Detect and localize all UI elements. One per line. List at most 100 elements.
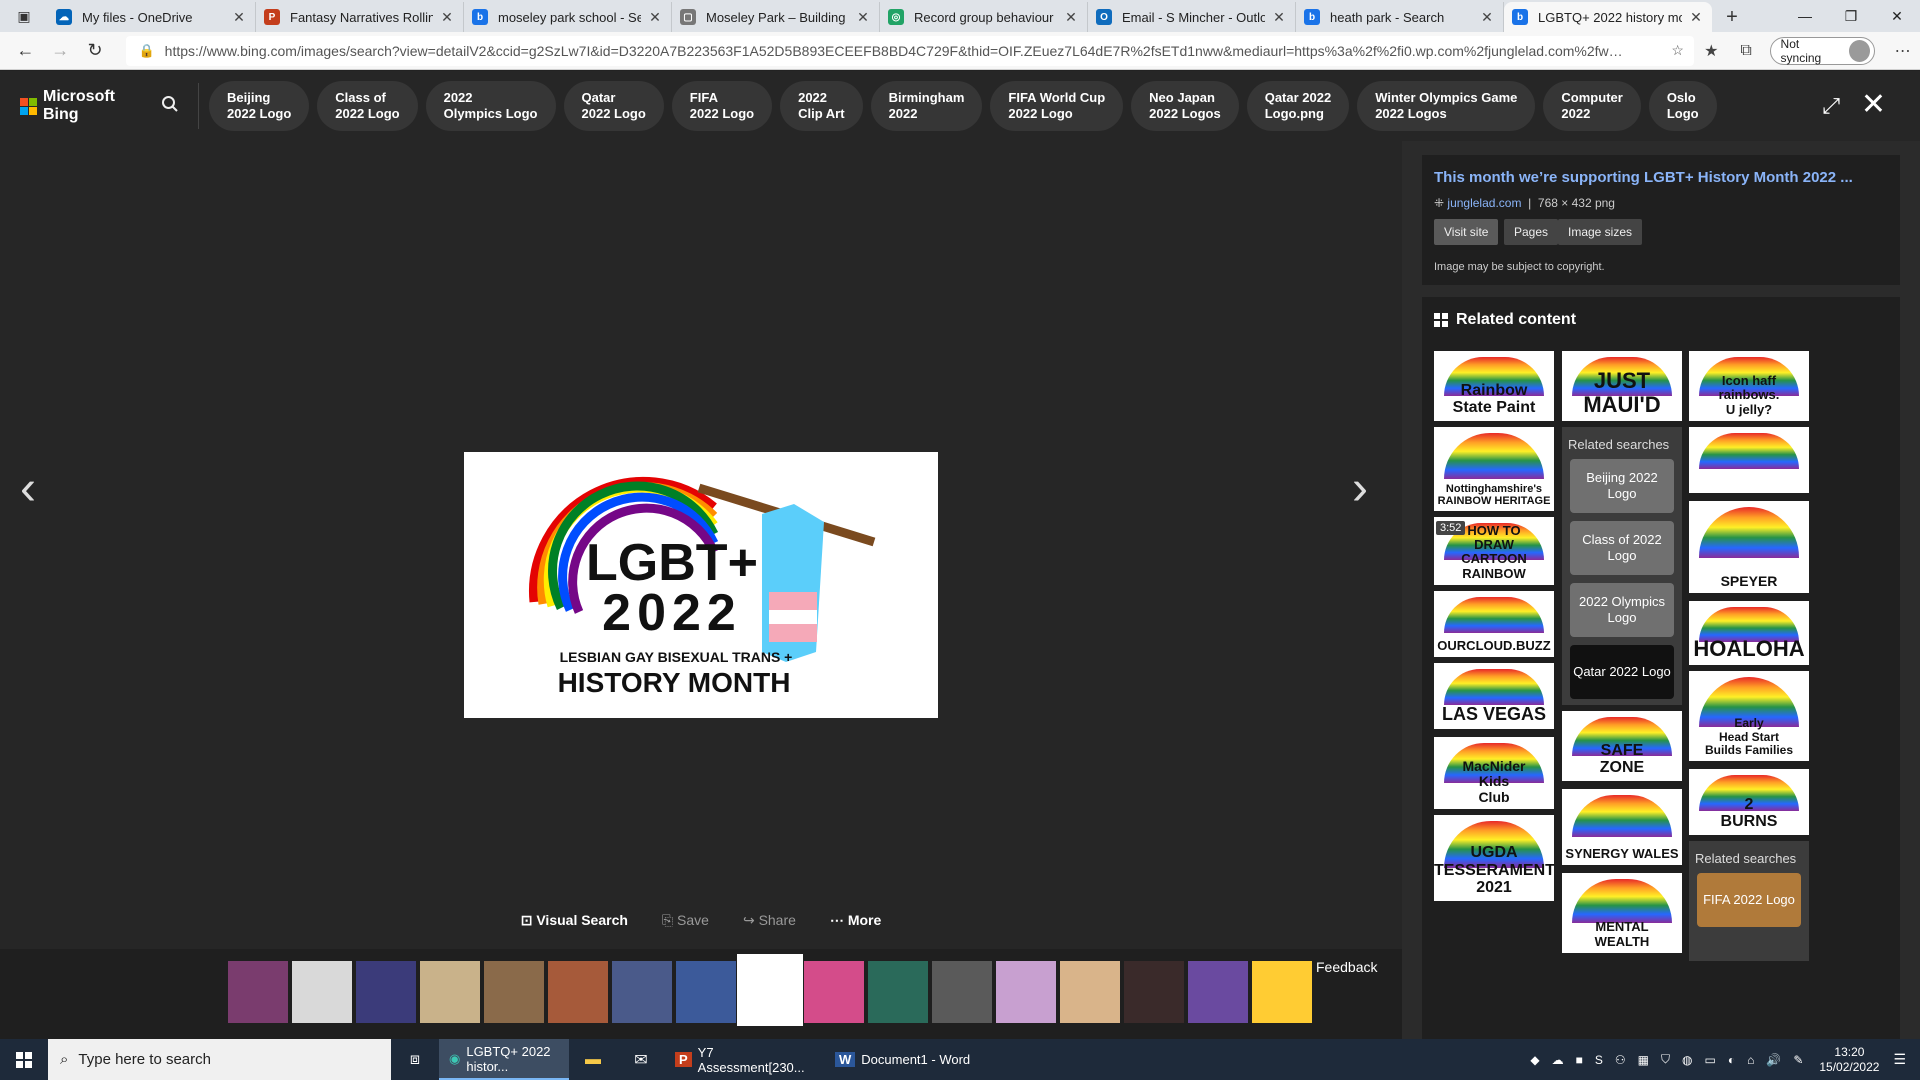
related-content-card[interactable]: UGDA TESSERAMENTO 2021 [1434,815,1554,901]
related-search-item[interactable]: FIFA 2022 Logo [1697,873,1801,927]
related-content-card[interactable]: LAS VEGAS [1434,663,1554,729]
feedback-link[interactable]: Feedback [1316,959,1377,975]
network-icon[interactable]: ⌂ [1747,1053,1754,1067]
tab-close-icon[interactable]: ✕ [1479,9,1495,26]
tab-close-icon[interactable]: ✕ [855,9,871,26]
more-button[interactable]: ⋯ More [830,912,881,929]
image-source-title[interactable]: This month we’re supporting LGBT+ Histor… [1434,169,1853,186]
related-content-card[interactable]: Early Head Start Builds Families [1689,671,1809,761]
collections-icon[interactable]: ⧉ [1729,42,1764,60]
image-sizes-button[interactable]: Image sizes [1558,219,1643,245]
related-content-card[interactable]: JUST MAUI'D [1562,351,1682,421]
related-search-item[interactable]: Beijing 2022 Logo [1570,459,1674,513]
related-content-card[interactable]: Icon haff rainbows. U jelly? [1689,351,1809,421]
source-site-link[interactable]: junglelad.com [1447,196,1521,210]
chrome-icon[interactable]: ◍ [1682,1053,1692,1067]
minimize-icon[interactable]: — [1782,0,1828,32]
new-tab-button[interactable]: + [1712,2,1752,32]
related-chip[interactable]: Class of 2022 Logo [317,81,418,131]
search-icon[interactable] [150,95,190,118]
next-arrow-icon[interactable]: › [1352,461,1368,516]
refresh-icon[interactable]: ↻ [78,35,113,67]
task-view-icon[interactable]: ⧈ [391,1039,439,1080]
browser-tab[interactable]: O Email - S Mincher - Outloo… ✕ [1088,2,1296,32]
related-content-card[interactable]: Rainbow State Paint [1434,351,1554,421]
lock-icon[interactable]: 🔒 [138,43,154,59]
pen-icon[interactable]: ✎ [1793,1053,1803,1067]
filmstrip-thumbnail[interactable] [804,961,864,1023]
related-chip[interactable]: Qatar 2022 Logo [563,81,664,131]
tab-close-icon[interactable]: ✕ [439,9,455,26]
related-search-item[interactable]: 2022 Olympics Logo [1570,583,1674,637]
teams-icon[interactable]: ◆ [1530,1053,1539,1067]
people-icon[interactable]: ⚇ [1615,1053,1626,1067]
shield-icon[interactable]: ⛉ [1661,1052,1670,1067]
skype-icon[interactable]: S [1595,1053,1603,1067]
filmstrip-thumbnail[interactable] [932,961,992,1023]
filmstrip-thumbnail[interactable] [996,961,1056,1023]
related-chip[interactable]: 2022 Clip Art [780,81,863,131]
related-content-card[interactable]: OURCLOUD.BUZZ [1434,591,1554,657]
related-content-card[interactable]: Nottinghamshire's RAINBOW HERITAGE [1434,427,1554,511]
browser-tab[interactable]: b heath park - Search ✕ [1296,2,1504,32]
favorites-icon[interactable]: ★ [1694,41,1729,61]
related-content-card[interactable] [1689,427,1809,493]
cloud-icon[interactable]: ☁ [1552,1053,1564,1067]
related-chip[interactable]: Beijing 2022 Logo [209,81,310,131]
tab-close-icon[interactable]: ✕ [231,9,247,26]
visit-site-button[interactable]: Visit site [1434,219,1499,245]
pages-button[interactable]: Pages [1504,219,1559,245]
volume-icon[interactable]: 🔊 [1766,1053,1781,1067]
browser-tab[interactable]: ▢ Moseley Park – Building Su… ✕ [672,2,880,32]
display-icon[interactable]: ▭ [1705,1053,1716,1067]
related-content-card[interactable]: SAFE ZONE [1562,711,1682,781]
notification-icon[interactable]: ☰ [1893,1051,1906,1068]
close-window-icon[interactable]: ✕ [1874,0,1920,32]
visual-search-button[interactable]: ⊡ Visual Search [521,912,628,929]
related-search-item[interactable]: Qatar 2022 Logo [1570,645,1674,699]
filmstrip-thumbnail[interactable] [1124,961,1184,1023]
browser-tab[interactable]: P Fantasy Narratives Rolling… ✕ [256,2,464,32]
tab-close-icon[interactable]: ✕ [1271,9,1287,26]
filmstrip-thumbnail[interactable] [548,961,608,1023]
related-chip[interactable]: Qatar 2022 Logo.png [1246,81,1350,131]
app-tray-icon[interactable]: ■ [1576,1053,1583,1067]
related-chip[interactable]: Winter Olympics Game 2022 Logos [1357,81,1536,131]
related-chip[interactable]: FIFA 2022 Logo [671,81,773,131]
related-search-item[interactable]: Class of 2022 Logo [1570,521,1674,575]
taskbar-powerpoint-app[interactable]: P Y7 Assessment[230... [665,1039,825,1080]
close-viewer-icon[interactable]: ✕ [1861,87,1886,122]
related-content-card[interactable]: 2 BURNS [1689,769,1809,835]
expand-icon[interactable]: ⤢ [1822,93,1840,119]
related-chip[interactable]: Oslo Logo [1648,81,1717,131]
tab-close-icon[interactable]: ✕ [1063,9,1079,26]
profile-sync-button[interactable]: Not syncing [1769,36,1876,65]
browser-tab[interactable]: b LGBTQ+ 2022 history mon… ✕ [1504,2,1712,32]
filmstrip-thumbnail[interactable] [676,961,736,1023]
related-content-card[interactable]: SYNERGY WALES [1562,789,1682,865]
save-button[interactable]: ⎘ Save [662,912,709,929]
filmstrip-thumbnail[interactable] [737,954,803,1026]
related-content-card[interactable]: MacNider Kids Club [1434,737,1554,809]
filmstrip-thumbnail[interactable] [1060,961,1120,1023]
favorite-star-icon[interactable]: ☆ [1671,42,1684,59]
tab-close-icon[interactable]: ✕ [1688,9,1704,26]
filmstrip-thumbnail[interactable] [612,961,672,1023]
browser-tab[interactable]: b moseley park school - Sear… ✕ [464,2,672,32]
filmstrip-thumbnail[interactable] [484,961,544,1023]
related-chip[interactable]: FIFA World Cup 2022 Logo [990,81,1124,131]
related-chip[interactable]: 2022 Olympics Logo [425,81,556,131]
mail-icon[interactable]: ✉ [617,1039,665,1080]
related-chip[interactable]: Birmingham 2022 [870,81,983,131]
tab-close-icon[interactable]: ✕ [647,9,663,26]
forward-icon[interactable]: → [43,35,78,67]
filmstrip-thumbnail[interactable] [228,961,288,1023]
settings-more-icon[interactable]: ⋯ [1885,41,1920,61]
tab-actions-icon[interactable]: ▣ [0,0,48,32]
share-button[interactable]: ↪ Share [743,912,796,929]
bing-logo[interactable]: Microsoft Bing [20,88,138,124]
office-icon[interactable]: ▦ [1638,1053,1649,1067]
filmstrip-thumbnail[interactable] [420,961,480,1023]
related-content-card[interactable]: SPEYER [1689,501,1809,593]
edge-tray-icon[interactable]: ◐ [1728,1053,1735,1067]
